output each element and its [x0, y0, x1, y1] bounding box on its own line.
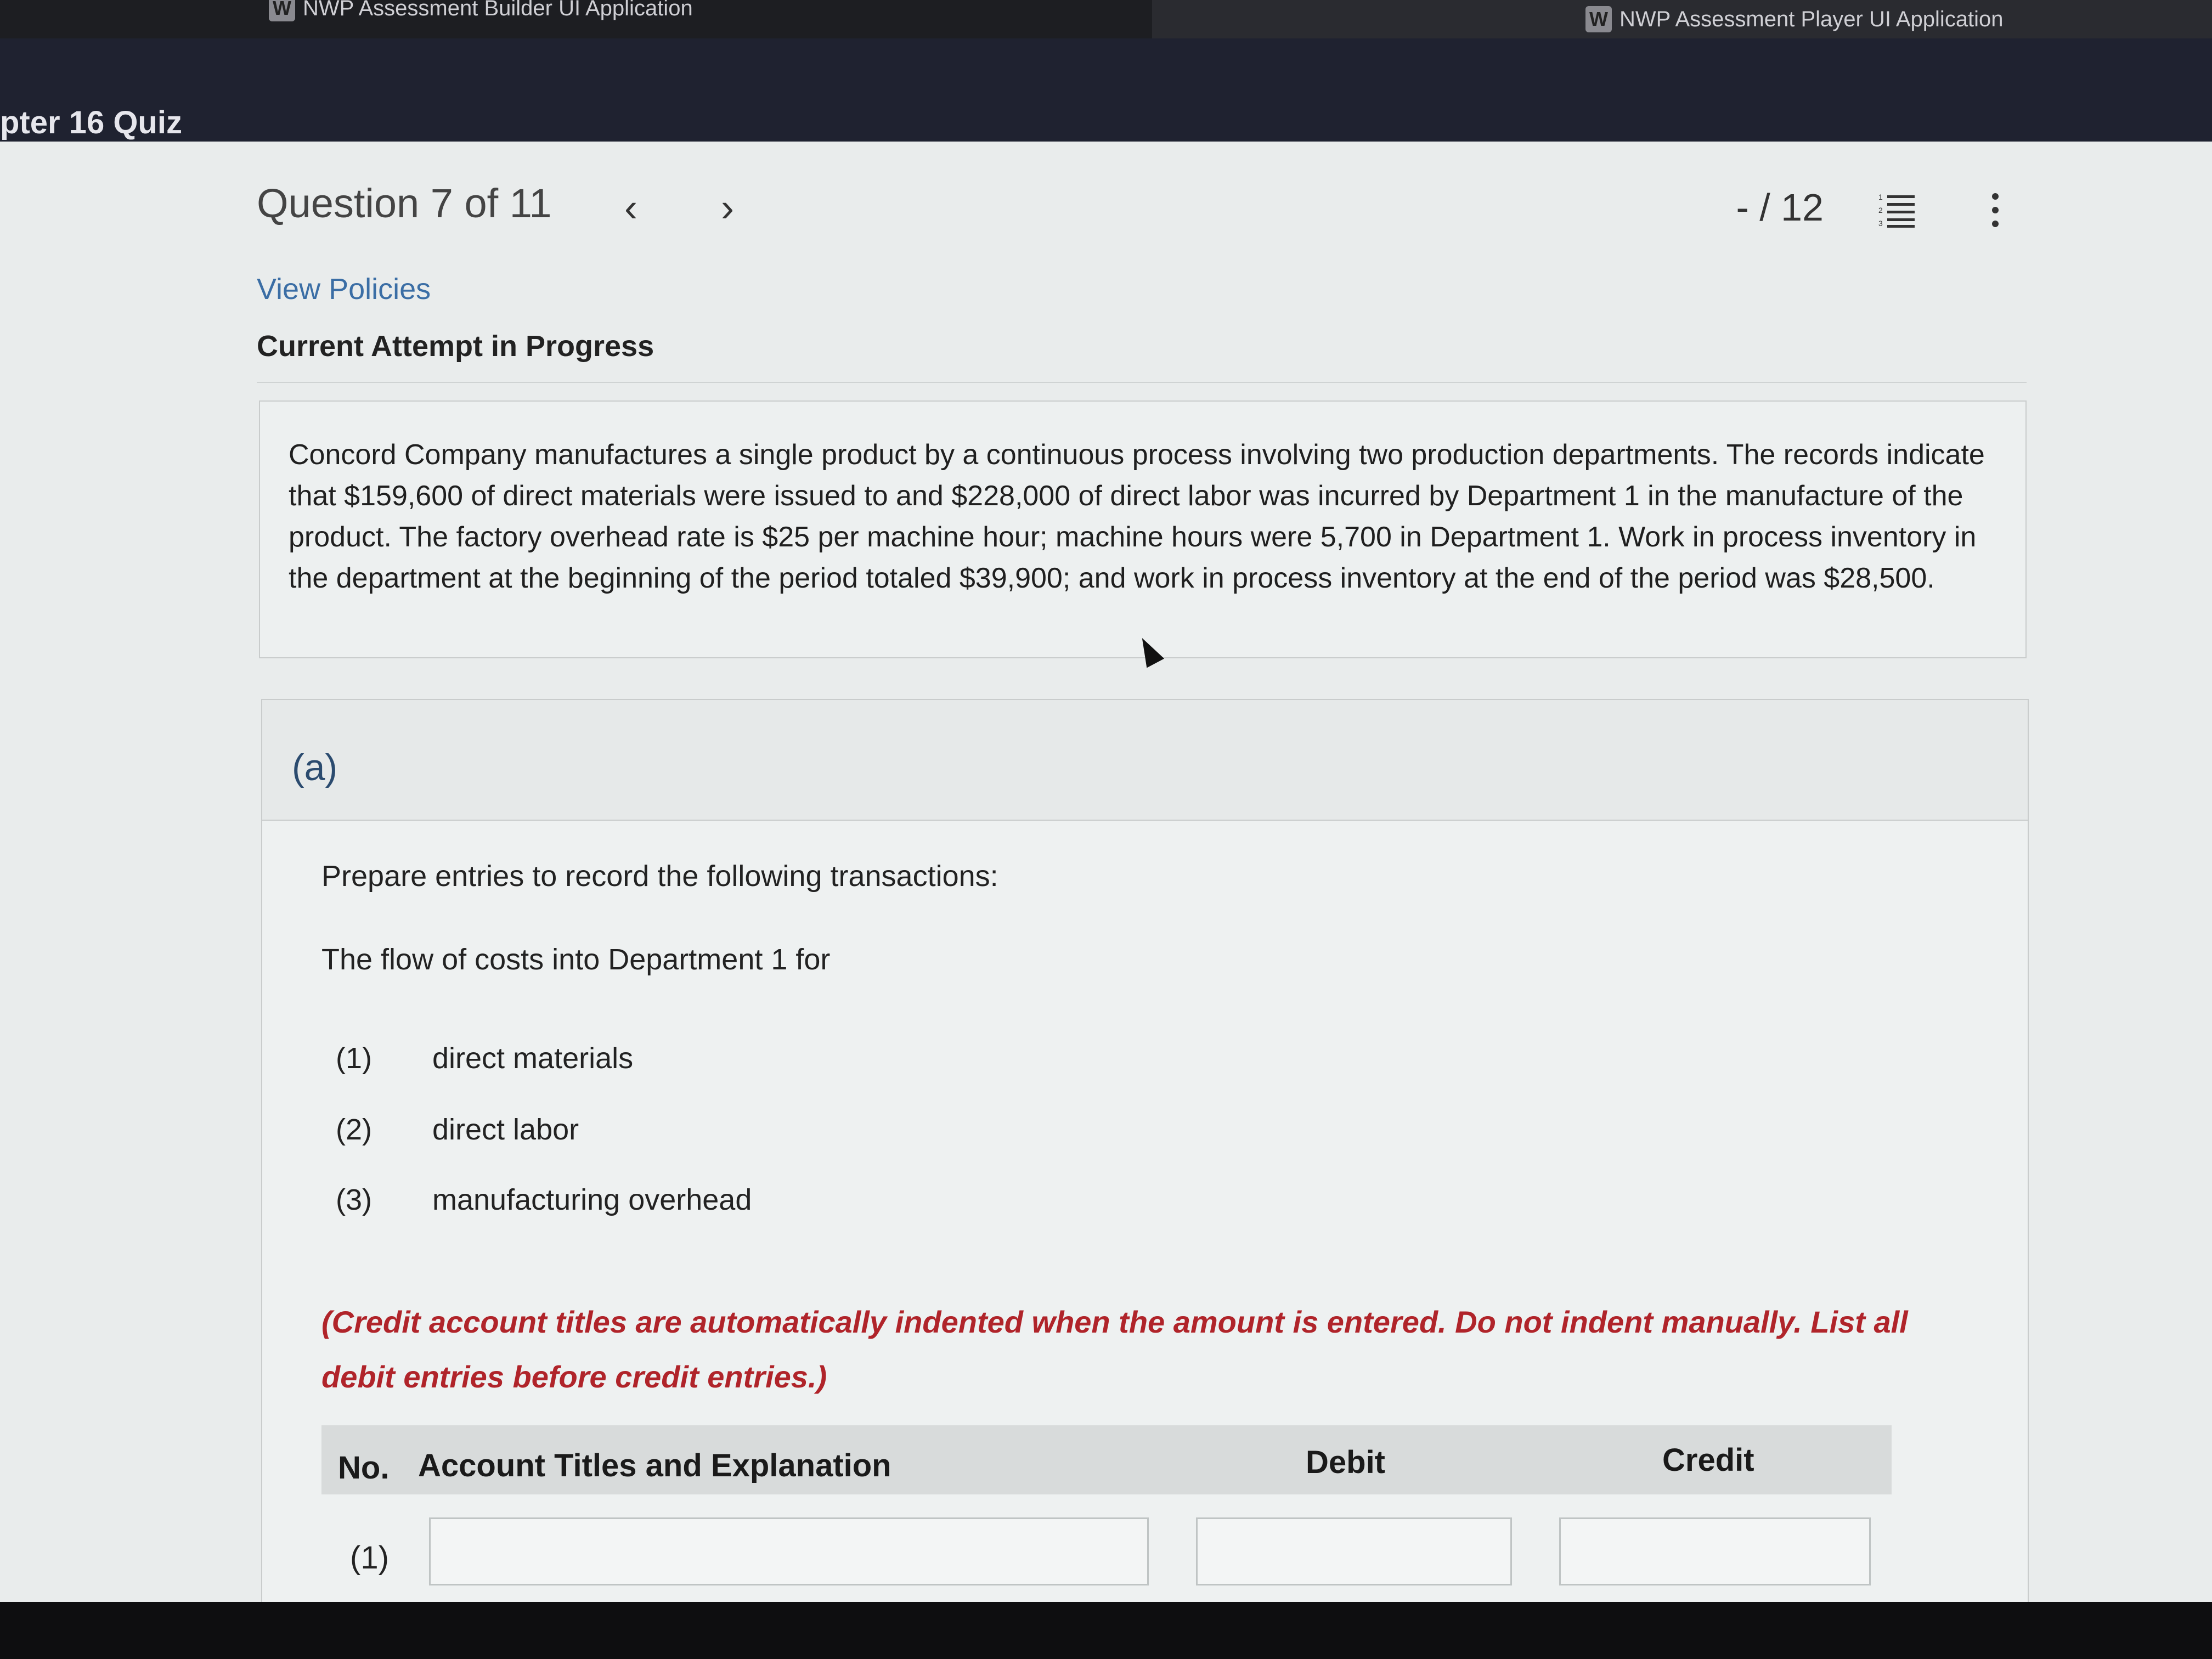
- question-page: Question 7 of 11 ‹ › - / 12 1 2 3 View P…: [0, 142, 2212, 1632]
- list-item: (3) manufacturing overhead: [336, 1183, 752, 1216]
- browser-tab-bar: W NWP Assessment Builder UI Application …: [0, 0, 2212, 38]
- journal-table-header: No. Account Titles and Explanation Debit…: [321, 1425, 1892, 1494]
- credit-input[interactable]: [1559, 1517, 1871, 1585]
- list-item: (2) direct labor: [336, 1113, 579, 1146]
- debit-input[interactable]: [1196, 1517, 1512, 1585]
- view-policies-link[interactable]: View Policies: [257, 272, 431, 306]
- instruction-note: (Credit account titles are automatically…: [321, 1305, 1908, 1394]
- part-instruction: Prepare entries to record the following …: [321, 860, 998, 893]
- svg-text:2: 2: [1878, 206, 1883, 215]
- chevron-right-icon[interactable]: ›: [706, 185, 749, 230]
- svg-text:1: 1: [1878, 193, 1883, 201]
- more-vertical-icon[interactable]: [1987, 191, 2004, 229]
- question-score: - / 12: [1736, 186, 1824, 229]
- wiley-logo-icon: W: [269, 0, 295, 21]
- question-part-a: (a) Prepare entries to record the follow…: [261, 699, 2029, 1632]
- list-item: (1) direct materials: [336, 1042, 634, 1075]
- problem-statement: Concord Company manufactures a single pr…: [259, 400, 2027, 658]
- part-subinstruction: The flow of costs into Department 1 for: [321, 943, 831, 976]
- account-title-input[interactable]: [429, 1517, 1149, 1585]
- question-counter: Question 7 of 11: [257, 180, 552, 226]
- divider: [257, 382, 2027, 383]
- app-header: pter 16 Quiz: [0, 38, 2212, 143]
- tab-label: NWP Assessment Builder UI Application: [303, 0, 693, 20]
- row-number: (1): [350, 1540, 389, 1576]
- tab-assessment-player[interactable]: W NWP Assessment Player UI Application: [1152, 0, 2212, 38]
- part-header: (a): [262, 700, 2028, 821]
- part-label: (a): [292, 747, 338, 788]
- wiley-logo-icon: W: [1585, 6, 1612, 32]
- numbered-list-icon[interactable]: 1 2 3: [1877, 191, 1916, 229]
- column-header-account: Account Titles and Explanation: [418, 1448, 891, 1483]
- screen-bezel: [0, 1602, 2212, 1659]
- tab-label: NWP Assessment Player UI Application: [1620, 7, 2004, 31]
- tab-assessment-builder[interactable]: W NWP Assessment Builder UI Application: [269, 0, 693, 27]
- column-header-no: No.: [338, 1450, 390, 1486]
- attempt-status: Current Attempt in Progress: [257, 330, 654, 363]
- chevron-left-icon[interactable]: ‹: [609, 185, 653, 230]
- svg-text:3: 3: [1878, 219, 1883, 228]
- quiz-title: pter 16 Quiz: [0, 105, 182, 140]
- column-header-credit: Credit: [1662, 1442, 1754, 1478]
- column-header-debit: Debit: [1306, 1444, 1385, 1480]
